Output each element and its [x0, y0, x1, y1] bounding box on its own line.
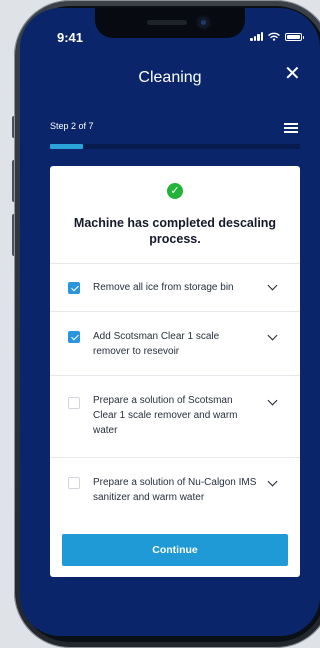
check-circle-icon: ✓ — [167, 183, 183, 199]
chevron-down-icon[interactable] — [267, 330, 278, 341]
battery-icon — [285, 33, 304, 41]
signal-icon — [250, 32, 263, 41]
task-label: Add Scotsman Clear 1 scale remover to re… — [93, 331, 220, 357]
chevron-down-icon[interactable] — [267, 395, 278, 406]
wifi-icon — [268, 32, 280, 41]
camera-icon — [198, 17, 209, 28]
step-indicator: Step 2 of 7 — [50, 121, 94, 131]
continue-button[interactable]: Continue — [62, 534, 288, 566]
task-label: Remove all ice from storage bin — [93, 282, 234, 293]
task-item[interactable]: Add Scotsman Clear 1 scale remover to re… — [50, 311, 300, 375]
task-item[interactable]: Prepare a solution of Nu-Calgon IMS sani… — [50, 457, 300, 521]
phone-notch — [95, 8, 245, 38]
task-label: Prepare a solution of Scotsman Clear 1 s… — [93, 395, 238, 436]
task-checkbox[interactable] — [68, 397, 80, 409]
chevron-down-icon[interactable] — [267, 476, 278, 487]
close-icon[interactable]: ✕ — [284, 64, 301, 84]
card-heading: Machine has completed descaling process. — [73, 216, 277, 246]
status-icons — [250, 32, 304, 41]
app-screen: 9:41 Cleaning ✕ Step 2 of 7 ✓ Machine ha… — [20, 8, 320, 636]
list-icon[interactable] — [284, 123, 298, 135]
task-item[interactable]: Prepare a solution of Scotsman Clear 1 s… — [50, 375, 300, 457]
task-item[interactable]: Remove all ice from storage bin — [50, 263, 300, 311]
page-title: Cleaning — [138, 69, 202, 86]
task-card: ✓ Machine has completed descaling proces… — [50, 166, 300, 577]
task-checkbox[interactable] — [68, 331, 80, 343]
progress-bar — [50, 144, 300, 149]
status-time: 9:41 — [57, 30, 84, 45]
task-checkbox[interactable] — [68, 477, 80, 489]
task-checkbox[interactable] — [68, 282, 80, 294]
chevron-down-icon[interactable] — [267, 280, 278, 291]
progress-fill — [50, 144, 83, 149]
speaker-grille — [147, 20, 187, 25]
task-label: Prepare a solution of Nu-Calgon IMS sani… — [93, 477, 257, 503]
